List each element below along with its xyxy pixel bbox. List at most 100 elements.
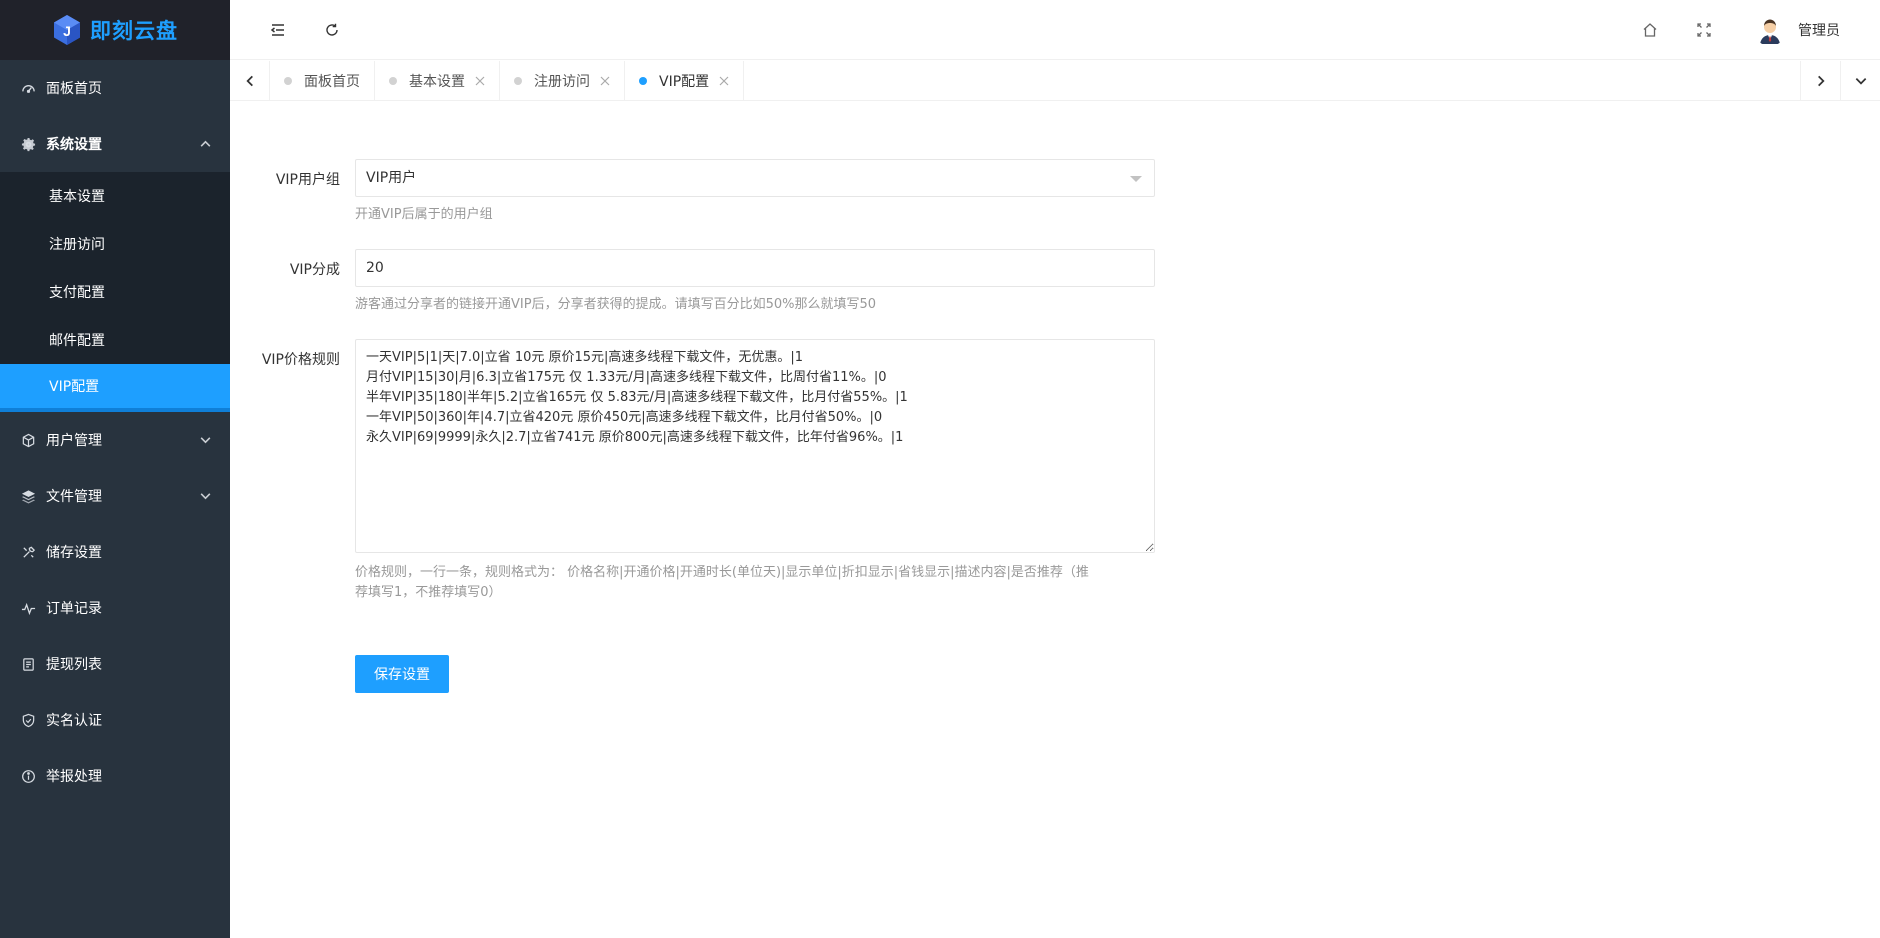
home-icon [1642, 22, 1658, 38]
tab-scroll-left-button[interactable] [230, 61, 270, 101]
top-header: 管理员 [230, 0, 1880, 60]
layers-icon [20, 488, 36, 504]
tab-vip-config[interactable]: VIP配置 [625, 61, 745, 101]
sidebar-item-register-access[interactable]: 注册访问 [0, 220, 230, 268]
sidebar-item-label: 系统设置 [46, 137, 102, 153]
tab-status-dot [284, 77, 292, 85]
tab-basic-settings[interactable]: 基本设置 [375, 61, 500, 101]
sidebar: J 即刻云盘 面板首页 系统设置 基本设置 注册访问 支付配置 邮件配置 VIP… [0, 0, 230, 938]
vip-rules-hint: 价格规则，一行一条，规则格式为： 价格名称|开通价格|开通时长(单位天)|显示单… [355, 563, 1155, 603]
chevron-down-icon [1854, 74, 1868, 88]
sidebar-item-vip-config[interactable]: VIP配置 [0, 364, 230, 412]
home-button[interactable] [1638, 18, 1662, 42]
sidebar-item-user-management[interactable]: 用户管理 [0, 412, 230, 468]
vip-share-label: VIP分成 [289, 262, 340, 278]
sidebar-item-payment-config[interactable]: 支付配置 [0, 268, 230, 316]
sidebar-item-mail-config[interactable]: 邮件配置 [0, 316, 230, 364]
sidebar-item-report-handling[interactable]: 举报处理 [0, 748, 230, 804]
svg-text:J: J [63, 23, 71, 39]
tab-label: 注册访问 [534, 74, 590, 90]
tab-bar: 面板首页 基本设置 注册访问 VIP配置 [230, 61, 1880, 101]
chevron-up-icon [199, 138, 212, 151]
logo[interactable]: J 即刻云盘 [0, 0, 230, 60]
tab-register-access[interactable]: 注册访问 [500, 61, 625, 101]
pulse-icon [20, 600, 36, 616]
brand-name: 即刻云盘 [90, 19, 178, 43]
sidebar-item-label: 支付配置 [49, 285, 105, 301]
tab-status-dot [514, 77, 522, 85]
vip-share-row: VIP分成 游客通过分享者的链接开通VIP后，分享者获得的提成。请填写百分比如5… [230, 249, 1190, 325]
vip-rules-row: VIP价格规则 一天VIP|5|1|天|7.0|立省 10元 原价15元|高速多… [230, 339, 1190, 639]
tab-label: VIP配置 [659, 74, 710, 90]
avatar [1754, 14, 1786, 46]
sidebar-item-label: 注册访问 [49, 237, 105, 253]
sidebar-item-label: 举报处理 [46, 769, 102, 785]
tab-scroll-right-button[interactable] [1800, 61, 1840, 101]
sidebar-item-label: 实名认证 [46, 713, 102, 729]
cube-icon [20, 432, 36, 448]
sidebar-item-label: 邮件配置 [49, 333, 105, 349]
close-icon[interactable] [719, 76, 729, 86]
dashboard-icon [20, 80, 36, 96]
system-settings-submenu: 基本设置 注册访问 支付配置 邮件配置 VIP配置 [0, 172, 230, 412]
vip-group-label: VIP用户组 [275, 172, 340, 188]
sidebar-item-label: 提现列表 [46, 657, 102, 673]
vip-group-select[interactable]: VIP用户 [355, 159, 1155, 197]
collapse-menu-button[interactable] [266, 18, 290, 42]
sidebar-item-system-settings[interactable]: 系统设置 [0, 116, 230, 172]
tab-dashboard[interactable]: 面板首页 [270, 61, 375, 101]
chevron-left-icon [243, 74, 257, 88]
refresh-button[interactable] [320, 18, 344, 42]
vip-rules-hint-line: 价格规则，一行一条，规则格式为： 价格名称|开通价格|开通时长(单位天)|显示单… [355, 565, 1089, 580]
user-name: 管理员 [1798, 23, 1840, 39]
tab-status-dot [389, 77, 397, 85]
save-settings-button[interactable]: 保存设置 [355, 655, 449, 693]
vip-group-value: VIP用户 [366, 170, 417, 186]
vip-group-hint: 开通VIP后属于的用户组 [355, 207, 493, 222]
sidebar-item-order-records[interactable]: 订单记录 [0, 580, 230, 636]
tab-label: 面板首页 [304, 74, 360, 90]
sidebar-item-label: 基本设置 [49, 189, 105, 205]
sidebar-item-realname-auth[interactable]: 实名认证 [0, 692, 230, 748]
tab-label: 基本设置 [409, 74, 465, 90]
vip-share-input[interactable] [355, 249, 1155, 287]
sidebar-item-label: 用户管理 [46, 433, 102, 449]
vip-config-form: VIP用户组 VIP用户 开通VIP后属于的用户组 VIP分成 游客通过分享者的… [230, 159, 1190, 693]
list-doc-icon [20, 656, 36, 672]
sidebar-item-storage-settings[interactable]: 储存设置 [0, 524, 230, 580]
user-menu[interactable]: 管理员 [1754, 14, 1840, 46]
fullscreen-icon [1696, 22, 1712, 38]
sidebar-item-label: 面板首页 [46, 81, 102, 97]
close-icon[interactable] [475, 76, 485, 86]
tools-icon [20, 544, 36, 560]
caret-down-icon [1130, 176, 1142, 182]
sidebar-item-dashboard[interactable]: 面板首页 [0, 60, 230, 116]
shield-check-icon [20, 712, 36, 728]
main-content: VIP用户组 VIP用户 开通VIP后属于的用户组 VIP分成 游客通过分享者的… [230, 101, 1880, 938]
sidebar-item-file-management[interactable]: 文件管理 [0, 468, 230, 524]
sidebar-item-label: VIP配置 [49, 379, 100, 395]
chevron-down-icon [199, 434, 212, 447]
info-circle-icon [20, 768, 36, 784]
sidebar-item-label: 储存设置 [46, 545, 102, 561]
logo-icon: J [52, 14, 82, 46]
tab-menu-button[interactable] [1840, 61, 1880, 101]
sidebar-item-label: 文件管理 [46, 489, 102, 505]
chevron-right-icon [1814, 74, 1828, 88]
vip-share-hint: 游客通过分享者的链接开通VIP后，分享者获得的提成。请填写百分比如50%那么就填… [355, 297, 877, 312]
tab-list: 面板首页 基本设置 注册访问 VIP配置 [270, 61, 745, 101]
vip-rules-hint-line: 荐填写1，不推荐填写0） [355, 585, 502, 600]
fullscreen-button[interactable] [1692, 18, 1716, 42]
close-icon[interactable] [600, 76, 610, 86]
sidebar-item-basic-settings[interactable]: 基本设置 [0, 172, 230, 220]
indent-icon [270, 22, 286, 38]
sidebar-item-withdraw-list[interactable]: 提现列表 [0, 636, 230, 692]
vip-rules-textarea[interactable]: 一天VIP|5|1|天|7.0|立省 10元 原价15元|高速多线程下载文件，无… [355, 339, 1155, 553]
vip-rules-label: VIP价格规则 [261, 352, 340, 368]
refresh-icon [324, 22, 340, 38]
vip-group-row: VIP用户组 VIP用户 开通VIP后属于的用户组 [230, 159, 1190, 235]
sidebar-item-label: 订单记录 [46, 601, 102, 617]
tab-status-dot [639, 77, 647, 85]
chevron-down-icon [199, 490, 212, 503]
gear-icon [20, 136, 36, 152]
